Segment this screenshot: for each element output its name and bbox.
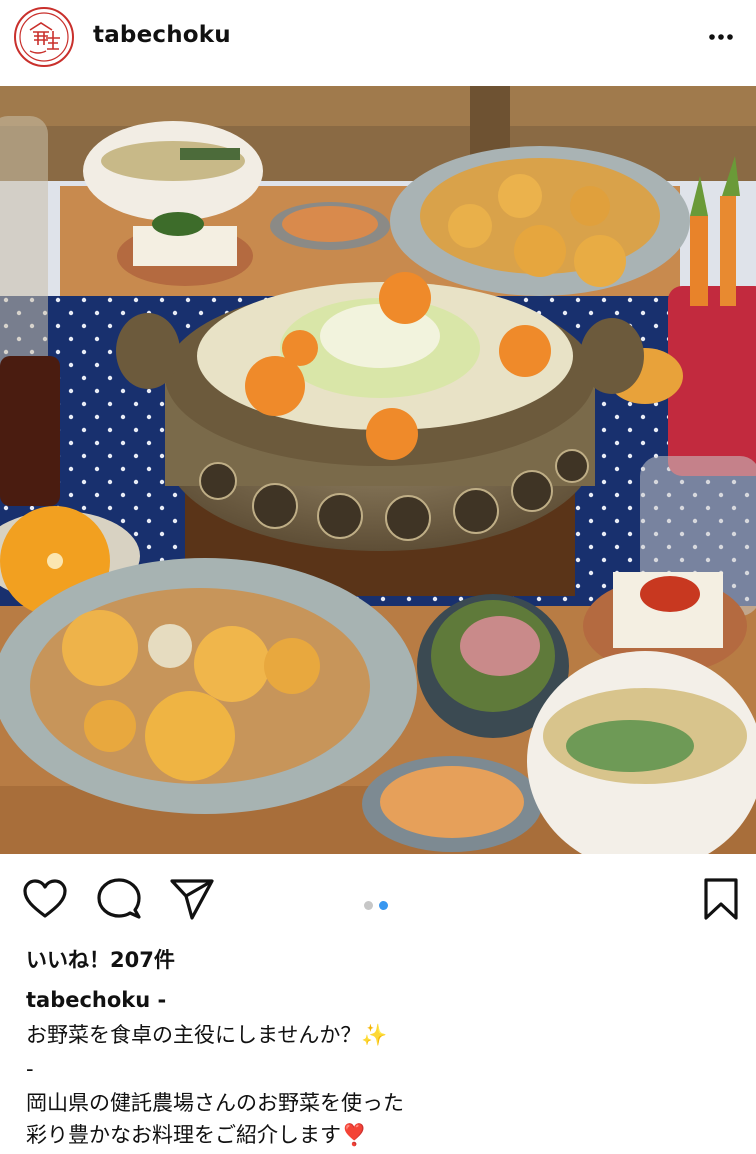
caption-line-2: -: [26, 1057, 34, 1081]
like-button[interactable]: [21, 876, 69, 924]
bookmark-icon: [704, 878, 738, 920]
comment-icon: [97, 878, 141, 919]
heart-icon: [23, 879, 67, 918]
caption-line-3: 岡山県の健託農場さんのお野菜を使った: [26, 1091, 404, 1115]
save-button[interactable]: [698, 876, 746, 924]
post-photo[interactable]: [0, 86, 756, 854]
more-options-button[interactable]: [704, 16, 738, 52]
more-horizontal-icon: [709, 34, 733, 40]
share-button[interactable]: [168, 876, 216, 924]
food-photo-image: [0, 86, 756, 854]
tabechoku-logo-icon: [19, 12, 69, 62]
likes-count[interactable]: いいね！207件: [26, 944, 175, 974]
carousel-dot-inactive: [364, 901, 373, 910]
paper-plane-icon: [170, 879, 214, 920]
action-bar: [0, 862, 756, 934]
carousel-dot-active: [379, 901, 388, 910]
comment-button[interactable]: [95, 876, 143, 924]
post-username[interactable]: tabechoku: [93, 22, 231, 48]
caption-username[interactable]: tabechoku -: [26, 988, 166, 1012]
carousel-indicator: [364, 895, 394, 914]
avatar[interactable]: [14, 7, 74, 67]
caption-line-4: 彩り豊かなお料理をご紹介します❣️: [26, 1123, 368, 1147]
caption-line-1: お野菜を食卓の主役にしませんか？✨: [26, 1023, 388, 1047]
post-header: tabechoku: [0, 0, 756, 86]
